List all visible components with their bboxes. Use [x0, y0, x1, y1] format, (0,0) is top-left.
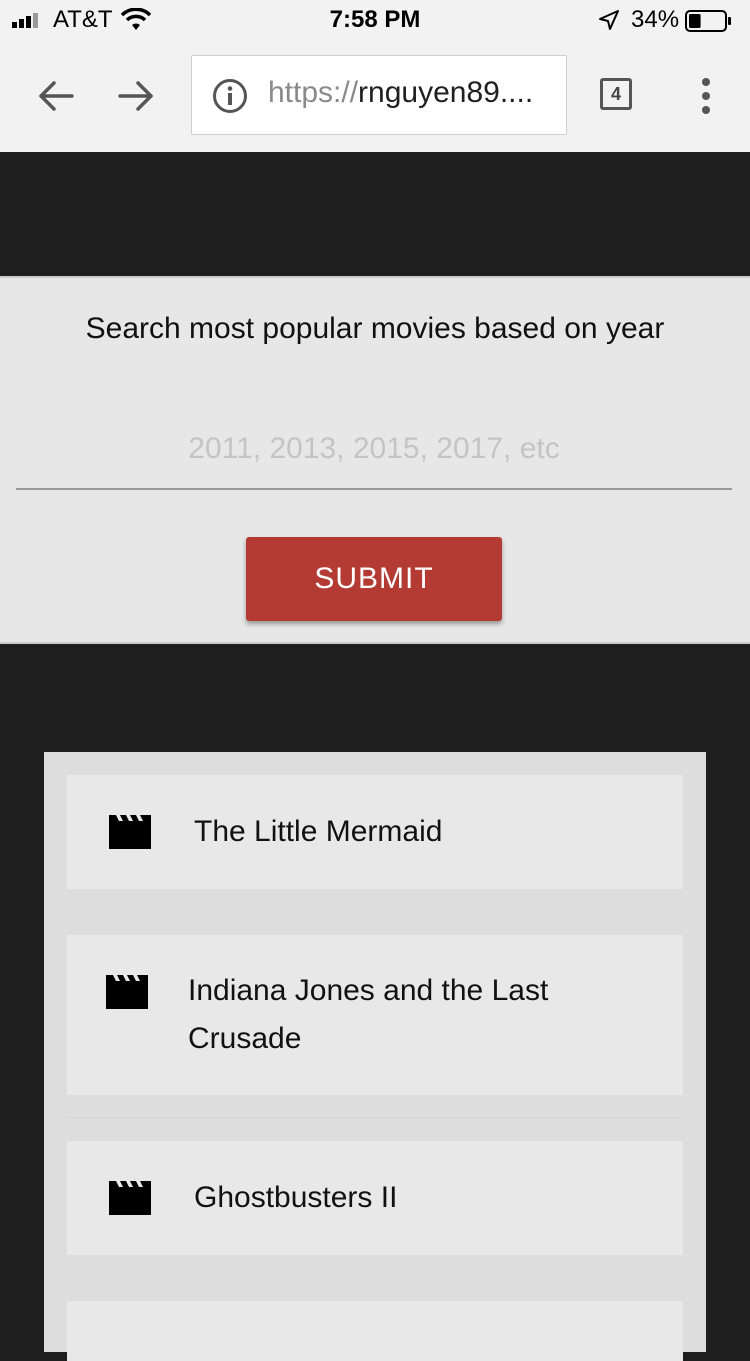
- search-heading: Search most popular movies based on year: [85, 312, 665, 345]
- search-panel: Search most popular movies based on year…: [0, 276, 750, 644]
- battery-icon: [685, 10, 731, 32]
- movie-clapperboard-icon: [109, 1181, 151, 1215]
- tab-switcher-button[interactable]: 4: [600, 78, 632, 110]
- url-host: rnguyen89....: [358, 76, 534, 109]
- movie-clapperboard-icon: [106, 975, 148, 1009]
- submit-button[interactable]: SUBMIT: [246, 537, 502, 621]
- movie-title: Ghostbusters II: [194, 1181, 398, 1214]
- movie-list-item[interactable]: [67, 1301, 683, 1361]
- back-arrow-icon[interactable]: [36, 78, 76, 114]
- location-arrow-icon: [599, 10, 619, 30]
- movie-clapperboard-icon: [109, 815, 151, 849]
- list-divider: [67, 1117, 683, 1118]
- movie-list-item[interactable]: Indiana Jones and the Last Crusade: [67, 935, 683, 1095]
- movie-title: Indiana Jones and the Last Crusade: [188, 974, 549, 1055]
- more-options-icon[interactable]: [700, 78, 712, 114]
- forward-arrow-icon[interactable]: [116, 78, 156, 114]
- status-bar: AT&T 7:58 PM 34%: [0, 0, 750, 40]
- browser-toolbar: https://rnguyen89.... 4: [0, 40, 750, 152]
- battery-percent: 34%: [631, 6, 680, 33]
- year-input[interactable]: [16, 410, 732, 490]
- url-bar[interactable]: https://rnguyen89....: [191, 55, 567, 135]
- info-icon[interactable]: [212, 78, 248, 114]
- page-header: [0, 152, 750, 276]
- url-text: https://rnguyen89....: [268, 76, 533, 110]
- movie-list-item[interactable]: Ghostbusters II: [67, 1141, 683, 1255]
- movie-list-item[interactable]: The Little Mermaid: [67, 775, 683, 889]
- movie-list: The Little Mermaid Indiana Jones and the…: [44, 752, 706, 1361]
- movie-title: The Little Mermaid: [194, 815, 443, 848]
- url-scheme: https://: [268, 76, 359, 109]
